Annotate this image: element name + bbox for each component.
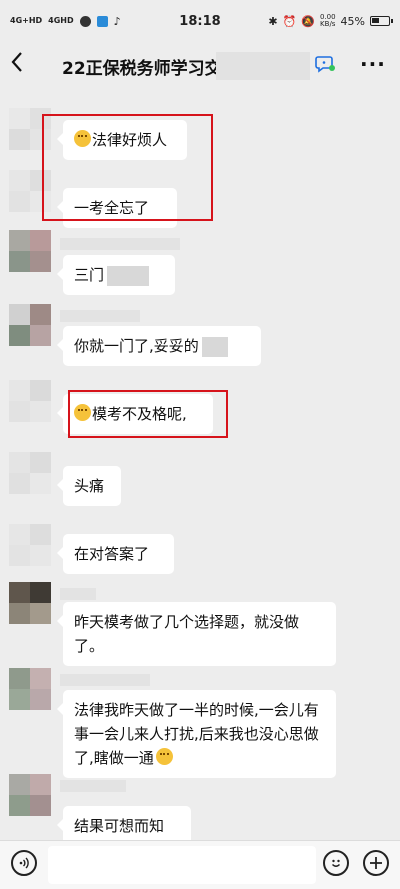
voice-room-icon bbox=[315, 56, 335, 73]
message-text: 法律我昨天做了一半的时候,一会儿有事一会儿来人打扰,后来我也没心思做了,瞎做一通 bbox=[74, 701, 319, 767]
avatar[interactable] bbox=[9, 230, 51, 272]
avatar[interactable] bbox=[9, 774, 51, 816]
message-bubble[interactable]: 结果可想而知 bbox=[57, 806, 191, 840]
sender-name-redacted bbox=[60, 310, 140, 322]
sender-name-redacted bbox=[60, 780, 126, 792]
chat-input-bar bbox=[0, 840, 400, 889]
group-voice-button[interactable] bbox=[314, 52, 336, 74]
grimacing-emoji-icon bbox=[74, 404, 91, 421]
grimacing-emoji-icon bbox=[74, 130, 91, 147]
message-text: 头痛 bbox=[74, 477, 105, 495]
voice-input-button[interactable] bbox=[11, 850, 37, 876]
message-bubble[interactable]: 你就一门了,妥妥的 bbox=[57, 326, 261, 366]
avatar[interactable] bbox=[9, 452, 51, 494]
back-button[interactable] bbox=[10, 51, 36, 79]
redacted-title-part bbox=[216, 52, 310, 80]
message-bubble[interactable]: 在对答案了 bbox=[57, 534, 174, 574]
message-text: 一考全忘了 bbox=[74, 199, 150, 217]
avatar[interactable] bbox=[9, 380, 51, 422]
message-text: 结果可想而知 bbox=[74, 817, 165, 835]
avatar[interactable] bbox=[9, 170, 51, 212]
tongue-emoji-icon bbox=[155, 748, 173, 765]
message-bubble[interactable]: 昨天模考做了几个选择题，就没做了。 bbox=[57, 602, 336, 666]
message-input[interactable] bbox=[48, 846, 316, 884]
avatar[interactable] bbox=[9, 524, 51, 566]
message-bubble[interactable]: 法律我昨天做了一半的时候,一会儿有事一会儿来人打扰,后来我也没心思做了,瞎做一通 bbox=[57, 690, 336, 778]
message-text: 在对答案了 bbox=[74, 545, 150, 563]
message-text: 三门 bbox=[74, 266, 105, 284]
message-text: 法律好烦人 bbox=[92, 131, 168, 149]
signal-4g-hd: 4GHD bbox=[48, 16, 74, 25]
status-bar: 4G+HD 4GHD ♪ 18:18 ✱ ⏰ 🔕 0.00 KB/s 45% bbox=[0, 0, 400, 42]
sender-name-redacted bbox=[60, 588, 96, 600]
network-speed: 0.00 KB/s bbox=[320, 14, 336, 28]
chat-app-icon bbox=[79, 15, 91, 27]
signal-4g-plus-hd: 4G+HD bbox=[10, 16, 43, 25]
message-bubble[interactable]: 三门 bbox=[57, 255, 175, 295]
battery-icon bbox=[370, 16, 393, 26]
chat-title-bar: 22正保税务师学习交 ··· bbox=[0, 42, 400, 88]
message-text: 你就一门了,妥妥的 bbox=[74, 337, 199, 355]
more-options-button[interactable]: ··· bbox=[360, 52, 386, 76]
battery-level: 45% bbox=[340, 14, 365, 28]
smiley-icon bbox=[332, 859, 340, 867]
message-bubble[interactable]: 一考全忘了 bbox=[57, 188, 177, 228]
sender-name-redacted bbox=[60, 238, 180, 250]
avatar[interactable] bbox=[9, 108, 51, 150]
avatar[interactable] bbox=[9, 668, 51, 710]
more-functions-button[interactable] bbox=[363, 850, 389, 876]
message-bubble[interactable]: 法律好烦人 bbox=[57, 120, 187, 160]
app-notification-icon bbox=[96, 15, 108, 27]
plus-icon bbox=[370, 857, 382, 869]
tiktok-icon: ♪ bbox=[113, 14, 121, 28]
status-right: ✱ ⏰ 🔕 0.00 KB/s 45% bbox=[268, 14, 393, 28]
avatar[interactable] bbox=[9, 304, 51, 346]
redacted-text bbox=[107, 265, 150, 286]
message-text: 模考不及格呢, bbox=[92, 405, 187, 423]
alarm-icon: ⏰ bbox=[282, 14, 297, 28]
bluetooth-icon: ✱ bbox=[268, 14, 278, 28]
network-speed-unit: KB/s bbox=[320, 20, 336, 28]
voice-wave-icon bbox=[19, 857, 29, 869]
message-bubble[interactable]: 模考不及格呢, bbox=[57, 394, 213, 434]
emoji-button[interactable] bbox=[323, 850, 349, 876]
message-bubble[interactable]: 头痛 bbox=[57, 466, 121, 506]
mute-icon: 🔕 bbox=[301, 14, 315, 28]
status-left: 4G+HD 4GHD ♪ bbox=[10, 15, 121, 28]
sender-name-redacted bbox=[60, 674, 150, 686]
chat-message-list[interactable]: 法律好烦人 一考全忘了 三门 你就一门了,妥妥的 模考不及格呢, 头痛 在对答案… bbox=[0, 88, 400, 840]
avatar[interactable] bbox=[9, 582, 51, 624]
chat-title: 22正保税务师学习交 bbox=[62, 59, 222, 79]
message-text: 昨天模考做了几个选择题，就没做了。 bbox=[74, 613, 300, 655]
redacted-text bbox=[201, 336, 228, 357]
chevron-left-icon bbox=[11, 52, 22, 72]
